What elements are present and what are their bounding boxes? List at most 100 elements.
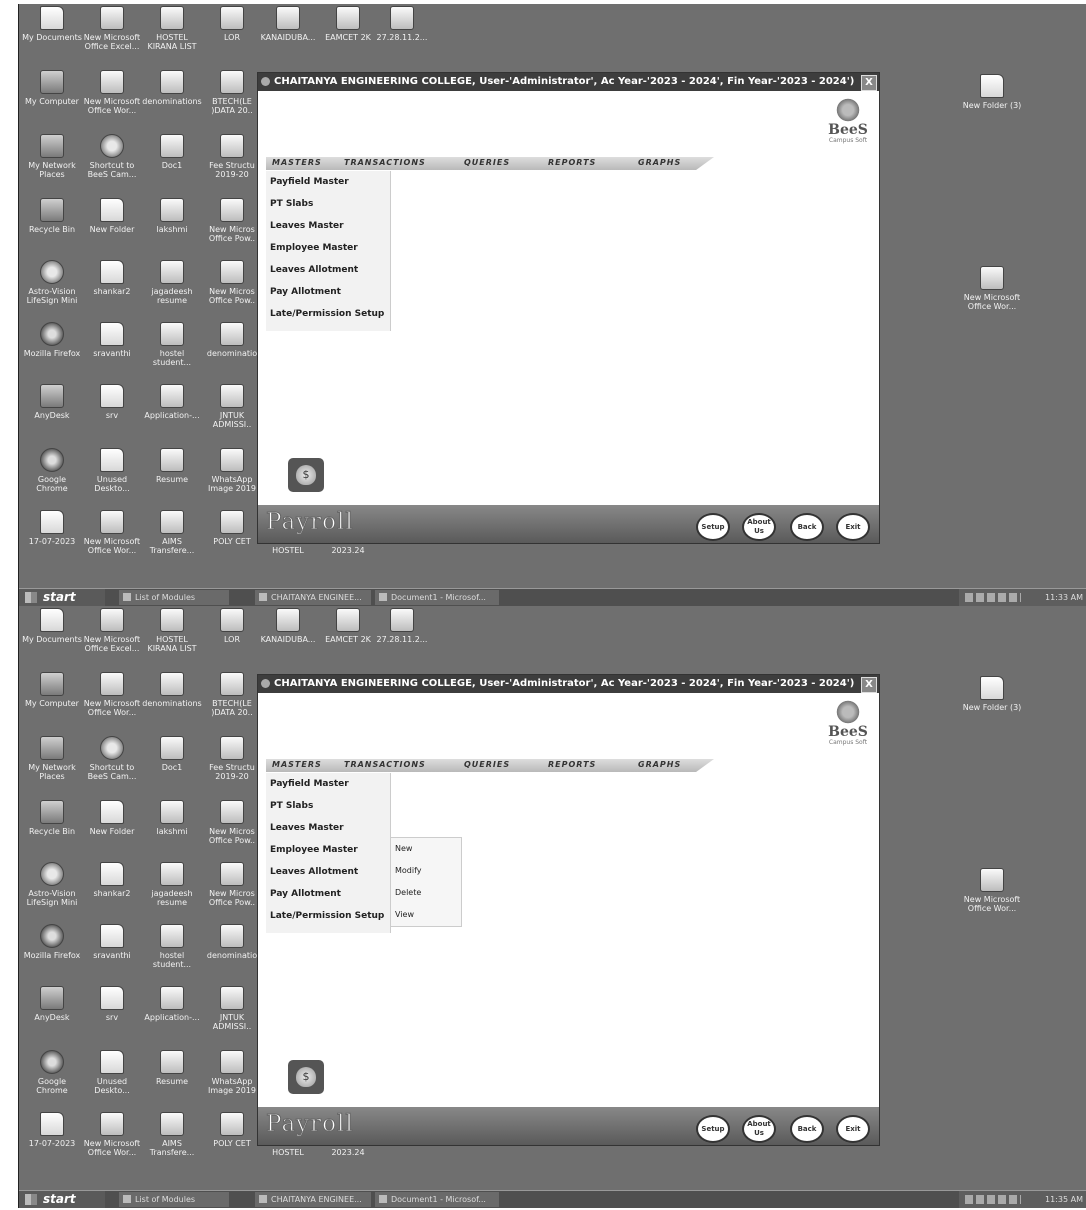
- desktop-icon[interactable]: JNTUK ADMISSI..: [201, 384, 263, 429]
- desktop-icon[interactable]: POLY CET: [201, 1112, 263, 1148]
- desktop-icon[interactable]: Shortcut to BeeS Cam...: [81, 736, 143, 781]
- masters-menu-item[interactable]: Leaves Master: [266, 215, 390, 237]
- masters-menu-item[interactable]: Payfield Master: [266, 773, 390, 795]
- masters-menu-item[interactable]: Leaves Master: [266, 817, 390, 839]
- desktop-icon[interactable]: Mozilla Firefox: [21, 322, 83, 358]
- desktop-icon[interactable]: LOR: [201, 6, 263, 42]
- window-title-bar[interactable]: CHAITANYA ENGINEERING COLLEGE, User-'Adm…: [258, 675, 879, 693]
- moneybag-button[interactable]: $: [288, 458, 324, 492]
- menu-reports[interactable]: REPORTS: [548, 760, 596, 769]
- desktop-icon[interactable]: My Documents: [21, 6, 83, 42]
- desktop-icon[interactable]: Fee Structu 2019-20: [201, 134, 263, 179]
- desktop-icon[interactable]: New Microsoft Office Wor...: [81, 70, 143, 115]
- desktop-icon[interactable]: 27.28.11.2...: [371, 6, 433, 42]
- desktop-icon[interactable]: denominatio: [201, 322, 263, 358]
- desktop-icon[interactable]: New Microsoft Office Excel...: [81, 608, 143, 653]
- desktop-icon[interactable]: JNTUK ADMISSI..: [201, 986, 263, 1031]
- desktop-icon[interactable]: New Microsoft Office Wor...: [957, 868, 1027, 913]
- desktop-icon[interactable]: New Microsoft Office Excel...: [81, 6, 143, 51]
- desktop-icon[interactable]: EAMCET 2K: [317, 6, 379, 42]
- taskbar-task[interactable]: CHAITANYA ENGINEE...: [255, 590, 371, 605]
- exit-button[interactable]: Exit: [836, 513, 870, 541]
- masters-menu-item[interactable]: Payfield Master: [266, 171, 390, 193]
- desktop-icon[interactable]: My Documents: [21, 608, 83, 644]
- setup-button[interactable]: Setup: [696, 513, 730, 541]
- masters-menu-item[interactable]: Late/Permission Setup: [266, 905, 390, 927]
- taskbar-task[interactable]: Document1 - Microsof...: [375, 590, 499, 605]
- menu-graphs[interactable]: GRAPHS: [638, 158, 681, 167]
- desktop-icon[interactable]: lakshmi: [141, 800, 203, 836]
- masters-menu-item[interactable]: Pay Allotment: [266, 281, 390, 303]
- desktop-icon[interactable]: Doc1: [141, 736, 203, 772]
- desktop-icon[interactable]: BTECH(LE )DATA 20..: [201, 70, 263, 115]
- desktop-icon[interactable]: AnyDesk: [21, 384, 83, 420]
- moneybag-button[interactable]: $: [288, 1060, 324, 1094]
- desktop-icon[interactable]: New Folder (3): [957, 676, 1027, 712]
- desktop-icon[interactable]: 17-07-2023: [21, 510, 83, 546]
- desktop-icon[interactable]: Recycle Bin: [21, 800, 83, 836]
- desktop-icon[interactable]: EAMCET 2K: [317, 608, 379, 644]
- masters-menu-item[interactable]: Employee Master: [266, 839, 390, 861]
- desktop-icon[interactable]: lakshmi: [141, 198, 203, 234]
- desktop-icon[interactable]: hostel student...: [141, 924, 203, 969]
- taskbar-task[interactable]: List of Modules: [119, 590, 229, 605]
- desktop-icon[interactable]: Fee Structu 2019-20: [201, 736, 263, 781]
- desktop-icon[interactable]: BTECH(LE )DATA 20..: [201, 672, 263, 717]
- desktop-icon[interactable]: sravanthi: [81, 322, 143, 358]
- desktop-icon[interactable]: WhatsApp Image 2019: [201, 448, 263, 493]
- desktop-icon[interactable]: New Microsoft Office Wor...: [81, 672, 143, 717]
- desktop-icon[interactable]: My Computer: [21, 70, 83, 106]
- submenu-item-view[interactable]: View: [391, 904, 461, 926]
- menu-queries[interactable]: QUERIES: [464, 760, 510, 769]
- taskbar-task[interactable]: Document1 - Microsof...: [375, 1192, 499, 1207]
- desktop-icon[interactable]: POLY CET: [201, 510, 263, 546]
- desktop-icon[interactable]: Mozilla Firefox: [21, 924, 83, 960]
- desktop-icon[interactable]: Resume: [141, 448, 203, 484]
- desktop-icon[interactable]: My Computer: [21, 672, 83, 708]
- desktop-icon[interactable]: New Folder: [81, 800, 143, 836]
- desktop-icon[interactable]: New Micros Office Pow..: [201, 800, 263, 845]
- submenu-item-modify[interactable]: Modify: [391, 860, 461, 882]
- desktop-icon[interactable]: New Micros Office Pow..: [201, 260, 263, 305]
- desktop-icon[interactable]: KANAIDUBA...: [257, 6, 319, 42]
- desktop-icon[interactable]: My Network Places: [21, 736, 83, 781]
- window-title-bar[interactable]: CHAITANYA ENGINEERING COLLEGE, User-'Adm…: [258, 73, 879, 91]
- menu-graphs[interactable]: GRAPHS: [638, 760, 681, 769]
- setup-button[interactable]: Setup: [696, 1115, 730, 1143]
- desktop-icon[interactable]: denominatio: [201, 924, 263, 960]
- masters-menu-item[interactable]: Pay Allotment: [266, 883, 390, 905]
- menu-transactions[interactable]: TRANSACTIONS: [344, 760, 426, 769]
- desktop-icon[interactable]: New Microsoft Office Wor...: [81, 1112, 143, 1157]
- desktop-icon[interactable]: Google Chrome: [21, 1050, 83, 1095]
- desktop-icon[interactable]: srv: [81, 384, 143, 420]
- desktop-icon[interactable]: Application-...: [141, 986, 203, 1022]
- desktop-icon[interactable]: hostel student...: [141, 322, 203, 367]
- desktop-icon[interactable]: AIMS Transfere...: [141, 1112, 203, 1157]
- desktop-icon[interactable]: Doc1: [141, 134, 203, 170]
- desktop-icon[interactable]: denominations: [141, 70, 203, 106]
- desktop-icon[interactable]: jagadeesh resume: [141, 862, 203, 907]
- exit-button[interactable]: Exit: [836, 1115, 870, 1143]
- start-button[interactable]: start: [19, 589, 105, 606]
- desktop-icon[interactable]: jagadeesh resume: [141, 260, 203, 305]
- desktop-icon[interactable]: Unused Deskto...: [81, 448, 143, 493]
- taskbar-task[interactable]: CHAITANYA ENGINEE...: [255, 1192, 371, 1207]
- desktop-icon[interactable]: Unused Deskto...: [81, 1050, 143, 1095]
- menu-masters[interactable]: MASTERS: [272, 760, 322, 769]
- start-button[interactable]: start: [19, 1191, 105, 1208]
- desktop-icon[interactable]: New Microsoft Office Wor...: [81, 510, 143, 555]
- masters-menu-item[interactable]: Employee Master: [266, 237, 390, 259]
- desktop-icon[interactable]: AIMS Transfere...: [141, 510, 203, 555]
- close-button[interactable]: X: [861, 75, 877, 91]
- desktop-icon[interactable]: 17-07-2023: [21, 1112, 83, 1148]
- desktop-icon[interactable]: denominations: [141, 672, 203, 708]
- desktop-icon[interactable]: New Micros Office Pow..: [201, 198, 263, 243]
- menu-reports[interactable]: REPORTS: [548, 158, 596, 167]
- desktop-icon[interactable]: shankar2: [81, 260, 143, 296]
- desktop-icon[interactable]: WhatsApp Image 2019: [201, 1050, 263, 1095]
- back-button[interactable]: Back: [790, 1115, 824, 1143]
- tray-icons[interactable]: [965, 1195, 1021, 1204]
- desktop-icon[interactable]: LOR: [201, 608, 263, 644]
- desktop-icon[interactable]: New Micros Office Pow..: [201, 862, 263, 907]
- menu-transactions[interactable]: TRANSACTIONS: [344, 158, 426, 167]
